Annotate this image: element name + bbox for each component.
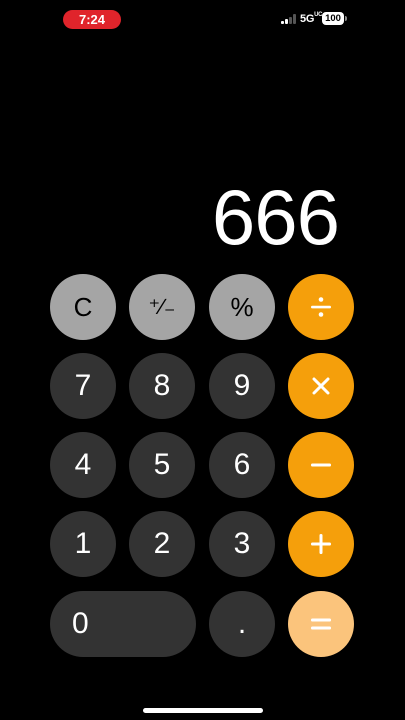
battery-cap xyxy=(345,16,347,21)
digit-0-button[interactable]: 0 xyxy=(50,591,196,657)
decimal-button[interactable]: . xyxy=(209,591,275,657)
cellular-signal-icon xyxy=(281,14,297,24)
clear-button[interactable]: C xyxy=(50,274,116,340)
percent-button[interactable]: % xyxy=(209,274,275,340)
network-superscript: UC xyxy=(314,12,323,18)
plus-icon xyxy=(311,534,331,554)
minus-icon xyxy=(311,463,331,467)
network-label: 5G xyxy=(300,13,315,25)
add-button[interactable] xyxy=(288,511,354,577)
digit-2-button[interactable]: 2 xyxy=(129,511,195,577)
subtract-button[interactable] xyxy=(288,432,354,498)
multiply-button[interactable] xyxy=(288,353,354,419)
multiply-icon xyxy=(312,377,330,395)
digit-7-button[interactable]: 7 xyxy=(50,353,116,419)
status-bar: 7:24 5GUC 100 xyxy=(0,0,405,40)
calculator-display: 666 xyxy=(211,173,340,261)
battery-icon: 100 xyxy=(322,12,344,25)
digit-3-button[interactable]: 3 xyxy=(209,511,275,577)
digit-5-button[interactable]: 5 xyxy=(129,432,195,498)
divide-icon xyxy=(311,297,331,317)
sign-toggle-button[interactable]: ⁺∕₋ xyxy=(129,274,195,340)
equals-button[interactable] xyxy=(288,591,354,657)
digit-1-button[interactable]: 1 xyxy=(50,511,116,577)
network-type: 5GUC xyxy=(300,12,323,25)
digit-8-button[interactable]: 8 xyxy=(129,353,195,419)
digit-4-button[interactable]: 4 xyxy=(50,432,116,498)
digit-9-button[interactable]: 9 xyxy=(209,353,275,419)
status-time[interactable]: 7:24 xyxy=(63,10,121,29)
equals-icon xyxy=(311,618,331,630)
divide-button[interactable] xyxy=(288,274,354,340)
digit-6-button[interactable]: 6 xyxy=(209,432,275,498)
home-indicator[interactable] xyxy=(143,708,263,713)
